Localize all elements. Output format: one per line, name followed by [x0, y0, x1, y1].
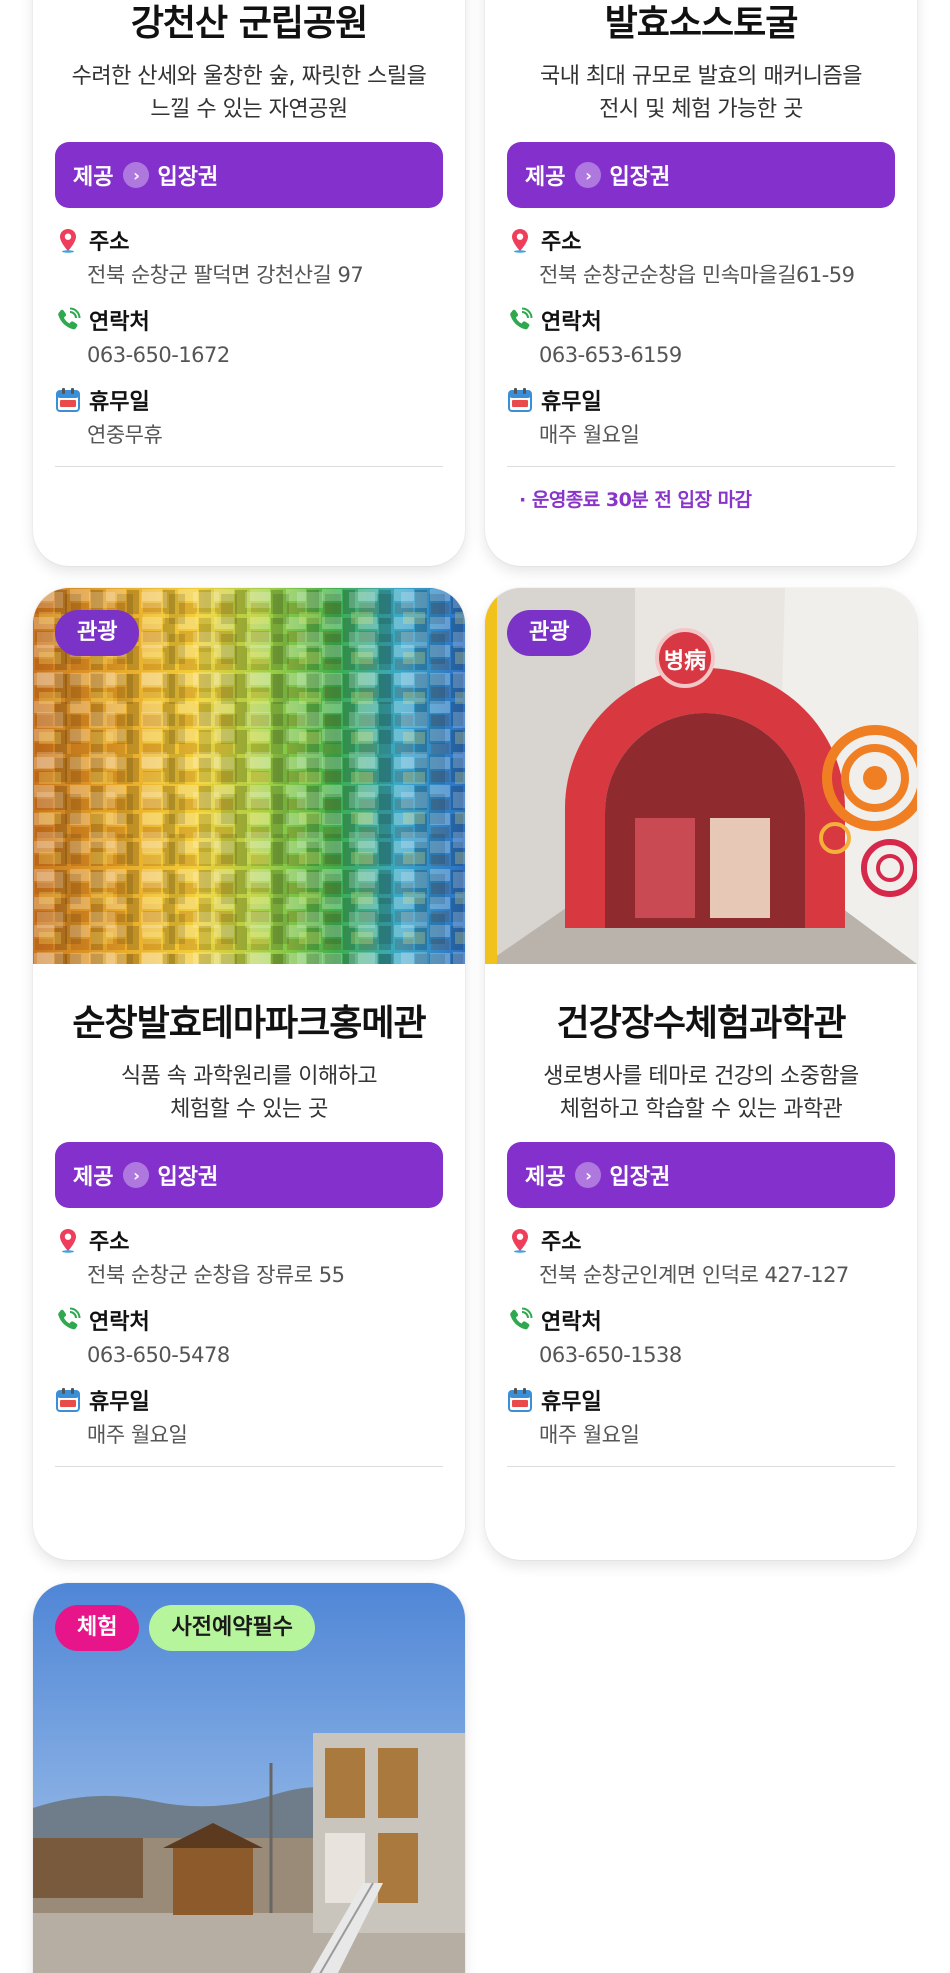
- calendar-icon: [508, 388, 532, 412]
- address-row: 주소 전북 순창군 순창읍 장류로 55: [55, 1222, 443, 1302]
- category-badge: 관광: [55, 610, 140, 656]
- calendar-icon: [508, 1388, 532, 1412]
- phone-value[interactable]: 063-650-1538: [539, 1338, 895, 1372]
- contact-row: 연락처 063-650-5478: [55, 1302, 443, 1382]
- phone-icon: [510, 1307, 533, 1330]
- attraction-card[interactable]: 발효소스토굴 국내 최대 규모로 발효의 매커니즘을 전시 및 체험 가능한 곳…: [485, 0, 917, 566]
- category-badge: 관광: [507, 610, 592, 656]
- badge-group: 체험 사전예약필수: [55, 1605, 315, 1651]
- card-title: 건강장수체험과학관: [556, 1003, 846, 1044]
- info-list: 주소 전북 순창군 순창읍 장류로 55 연락처 063-650-5478 휴무…: [55, 1222, 443, 1462]
- divider: [507, 1466, 895, 1467]
- holiday-value: 매주 월요일: [87, 1423, 188, 1447]
- address-row: 주소 전북 순창군순창읍 민속마을길61-59: [507, 222, 895, 302]
- info-list: 주소 전북 순창군순창읍 민속마을길61-59 연락처 063-653-6159…: [507, 222, 895, 462]
- holiday-row: 휴무일 매주 월요일: [507, 382, 895, 462]
- calendar-icon: [56, 1388, 80, 1412]
- holiday-row: 휴무일 연중무휴: [55, 382, 443, 462]
- card-description: 국내 최대 규모로 발효의 매커니즘을 전시 및 체험 가능한 곳: [539, 64, 863, 122]
- holiday-row: 휴무일 매주 월요일: [507, 1382, 895, 1462]
- address-row: 주소 전북 순창군 팔덕면 강천산길 97: [55, 222, 443, 302]
- card-image: 관광: [33, 588, 465, 964]
- attraction-grid: 강천산 군립공원 수려한 산세와 울창한 숲, 짜릿한 스릴을 느낄 수 있는 …: [0, 0, 950, 1973]
- badge-group: 관광: [55, 610, 140, 656]
- phone-value[interactable]: 063-650-5478: [87, 1338, 443, 1372]
- attraction-card[interactable]: 체험 사전예약필수: [33, 1583, 465, 1973]
- phone-value[interactable]: 063-653-6159: [539, 338, 895, 372]
- holiday-value: 연중무휴: [87, 423, 163, 447]
- address-value: 전북 순창군순창읍 민속마을길61-59: [539, 263, 855, 287]
- hall-sign-text: 병病: [664, 648, 706, 674]
- contact-row: 연락처 063-650-1538: [507, 1302, 895, 1382]
- badge-group: 관광: [507, 610, 592, 656]
- map-pin-icon: [60, 229, 76, 253]
- provide-ticket-bar[interactable]: 제공 › 입장권: [55, 142, 443, 208]
- map-pin-icon: [60, 1229, 76, 1253]
- chevron-right-icon: ›: [123, 1162, 150, 1188]
- divider: [55, 466, 443, 467]
- card-image: 병病 관광: [485, 588, 917, 964]
- address-value: 전북 순창군인계면 인덕로 427-127: [539, 1263, 849, 1287]
- chevron-right-icon: ›: [575, 1162, 602, 1188]
- phone-icon: [510, 307, 533, 330]
- map-pin-icon: [512, 229, 528, 253]
- provide-ticket-bar[interactable]: 제공 › 입장권: [507, 1142, 895, 1208]
- card-description: 수려한 산세와 울창한 숲, 짜릿한 스릴을 느낄 수 있는 자연공원: [71, 64, 427, 122]
- contact-row: 연락처 063-653-6159: [507, 302, 895, 382]
- address-value: 전북 순창군 팔덕면 강천산길 97: [87, 263, 364, 287]
- chevron-right-icon: ›: [123, 162, 150, 188]
- provide-ticket-bar[interactable]: 제공 › 입장권: [507, 142, 895, 208]
- reservation-badge: 사전예약필수: [149, 1605, 315, 1651]
- holiday-value: 매주 월요일: [539, 423, 640, 447]
- calendar-icon: [56, 388, 80, 412]
- divider: [507, 466, 895, 467]
- card-image: 체험 사전예약필수: [33, 1583, 465, 1973]
- card-title: 순창발효테마파크홍메관: [72, 1003, 426, 1044]
- card-description: 생로병사를 테마로 건강의 소중함을 체험하고 학습할 수 있는 과학관: [543, 1064, 859, 1122]
- attraction-card[interactable]: 관광 순창발효테마파크홍메관 식품 속 과학원리를 이해하고 체험할 수 있는 …: [33, 588, 465, 1560]
- holiday-row: 휴무일 매주 월요일: [55, 1382, 443, 1462]
- attraction-card[interactable]: 병病 관광 건강장수체험과학관 생로병사를 테마로 건강의 소중함을 체험하고 …: [485, 588, 917, 1560]
- attraction-card[interactable]: 강천산 군립공원 수려한 산세와 울창한 숲, 짜릿한 스릴을 느낄 수 있는 …: [33, 0, 465, 566]
- phone-icon: [58, 1307, 81, 1330]
- holiday-value: 매주 월요일: [539, 1423, 640, 1447]
- info-list: 주소 전북 순창군인계면 인덕로 427-127 연락처 063-650-153…: [507, 1222, 895, 1462]
- chevron-right-icon: ›: [575, 162, 602, 188]
- address-value: 전북 순창군 순창읍 장류로 55: [87, 1263, 345, 1287]
- provide-ticket-bar[interactable]: 제공 › 입장권: [55, 1142, 443, 1208]
- info-list: 주소 전북 순창군 팔덕면 강천산길 97 연락처 063-650-1672 휴…: [55, 222, 443, 462]
- card-description: 식품 속 과학원리를 이해하고 체험할 수 있는 곳: [120, 1064, 378, 1122]
- map-pin-icon: [512, 1229, 528, 1253]
- phone-icon: [58, 307, 81, 330]
- card-title: 발효소스토굴: [604, 3, 799, 44]
- phone-value[interactable]: 063-650-1672: [87, 338, 443, 372]
- divider: [55, 1466, 443, 1467]
- category-badge: 체험: [55, 1605, 140, 1651]
- contact-row: 연락처 063-650-1672: [55, 302, 443, 382]
- address-row: 주소 전북 순창군인계면 인덕로 427-127: [507, 1222, 895, 1302]
- card-title: 강천산 군립공원: [130, 3, 368, 44]
- notice-text: · 운영종료 30분 전 입장 마감: [519, 489, 752, 511]
